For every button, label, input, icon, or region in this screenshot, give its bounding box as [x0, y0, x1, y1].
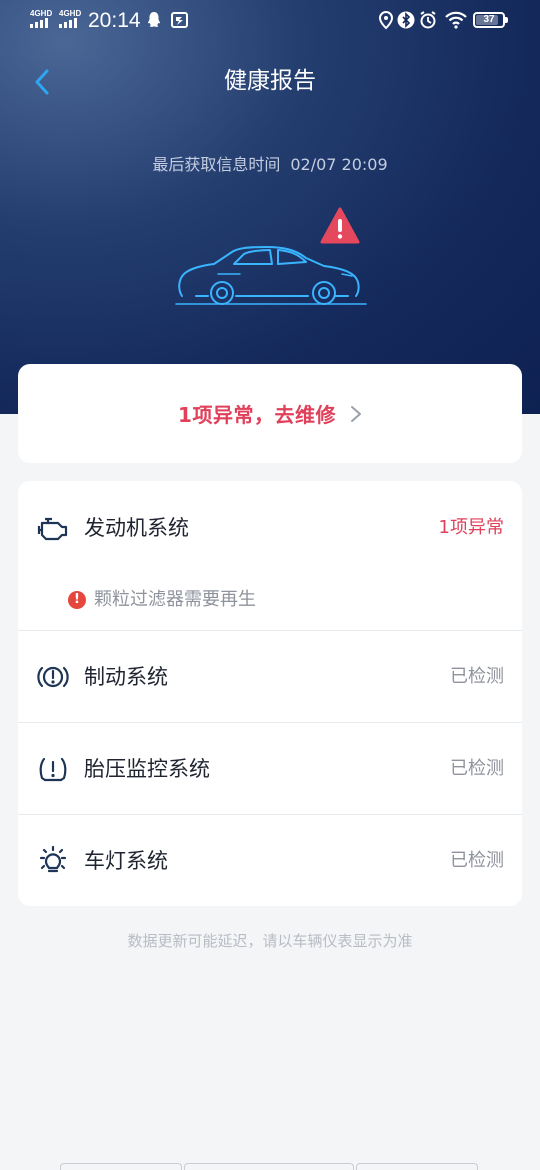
- hero-banner: [0, 0, 540, 414]
- system-row-brake[interactable]: 制动系统 已检测: [18, 631, 522, 723]
- system-status: 1项异常: [438, 517, 504, 538]
- location-icon: [378, 10, 394, 30]
- status-bar: 4GHD 4GHD 20:14 37: [0, 0, 540, 42]
- notification-app-icon: [171, 12, 188, 28]
- last-fetch-info: 最后获取信息时间 02/07 20:09: [0, 153, 540, 177]
- systems-card: 发动机系统 1项异常 ! 颗粒过滤器需要再生 制动系统 已检测 胎压监控系统 已…: [18, 481, 522, 906]
- qq-icon: [148, 12, 160, 27]
- alarm-icon: [420, 11, 436, 29]
- system-name: 胎压监控系统: [84, 757, 210, 781]
- network-type-1: 4GHD: [30, 9, 53, 18]
- chevron-right-icon: [350, 405, 361, 422]
- status-time: 20:14: [88, 9, 141, 32]
- signal-2-icon: 4GHD: [59, 9, 81, 28]
- system-row-lights[interactable]: 车灯系统 已检测: [18, 815, 522, 906]
- brake-icon: [37, 666, 69, 688]
- last-fetch-label: 最后获取信息时间: [152, 155, 281, 174]
- engine-alert: ! 颗粒过滤器需要再生: [68, 587, 256, 613]
- battery-level: 37: [483, 14, 495, 25]
- system-status: 已检测: [450, 850, 504, 871]
- light-icon: [39, 845, 67, 873]
- engine-icon: [37, 517, 68, 541]
- system-row-engine[interactable]: 发动机系统 1项异常 ! 颗粒过滤器需要再生: [18, 481, 522, 631]
- system-name: 制动系统: [84, 665, 168, 689]
- tire-pressure-icon: [39, 757, 67, 782]
- system-row-tire-pressure[interactable]: 胎压监控系统 已检测: [18, 723, 522, 815]
- repair-label: 1项异常，去维修: [178, 403, 336, 427]
- system-status: 已检测: [450, 758, 504, 779]
- warning-triangle-icon: [320, 207, 360, 244]
- footer-note: 数据更新可能延迟，请以车辆仪表显示为准: [127, 932, 413, 950]
- system-name: 发动机系统: [84, 516, 189, 540]
- bluetooth-icon: [397, 11, 415, 29]
- car-illustration: [175, 246, 367, 305]
- last-fetch-time: 02/07 20:09: [290, 155, 388, 174]
- system-status: 已检测: [450, 666, 504, 687]
- page-title: 健康报告: [224, 68, 316, 94]
- bottom-tab-peek: [60, 1163, 480, 1170]
- system-name: 车灯系统: [84, 849, 168, 873]
- wifi-icon: [445, 11, 467, 29]
- repair-card[interactable]: 1项异常，去维修: [18, 364, 522, 463]
- alert-dot-icon: !: [68, 591, 86, 609]
- network-type-2: 4GHD: [59, 9, 82, 18]
- battery-indicator: 37: [473, 12, 508, 28]
- engine-alert-text: 颗粒过滤器需要再生: [94, 589, 256, 610]
- signal-1-icon: 4GHD: [30, 9, 52, 28]
